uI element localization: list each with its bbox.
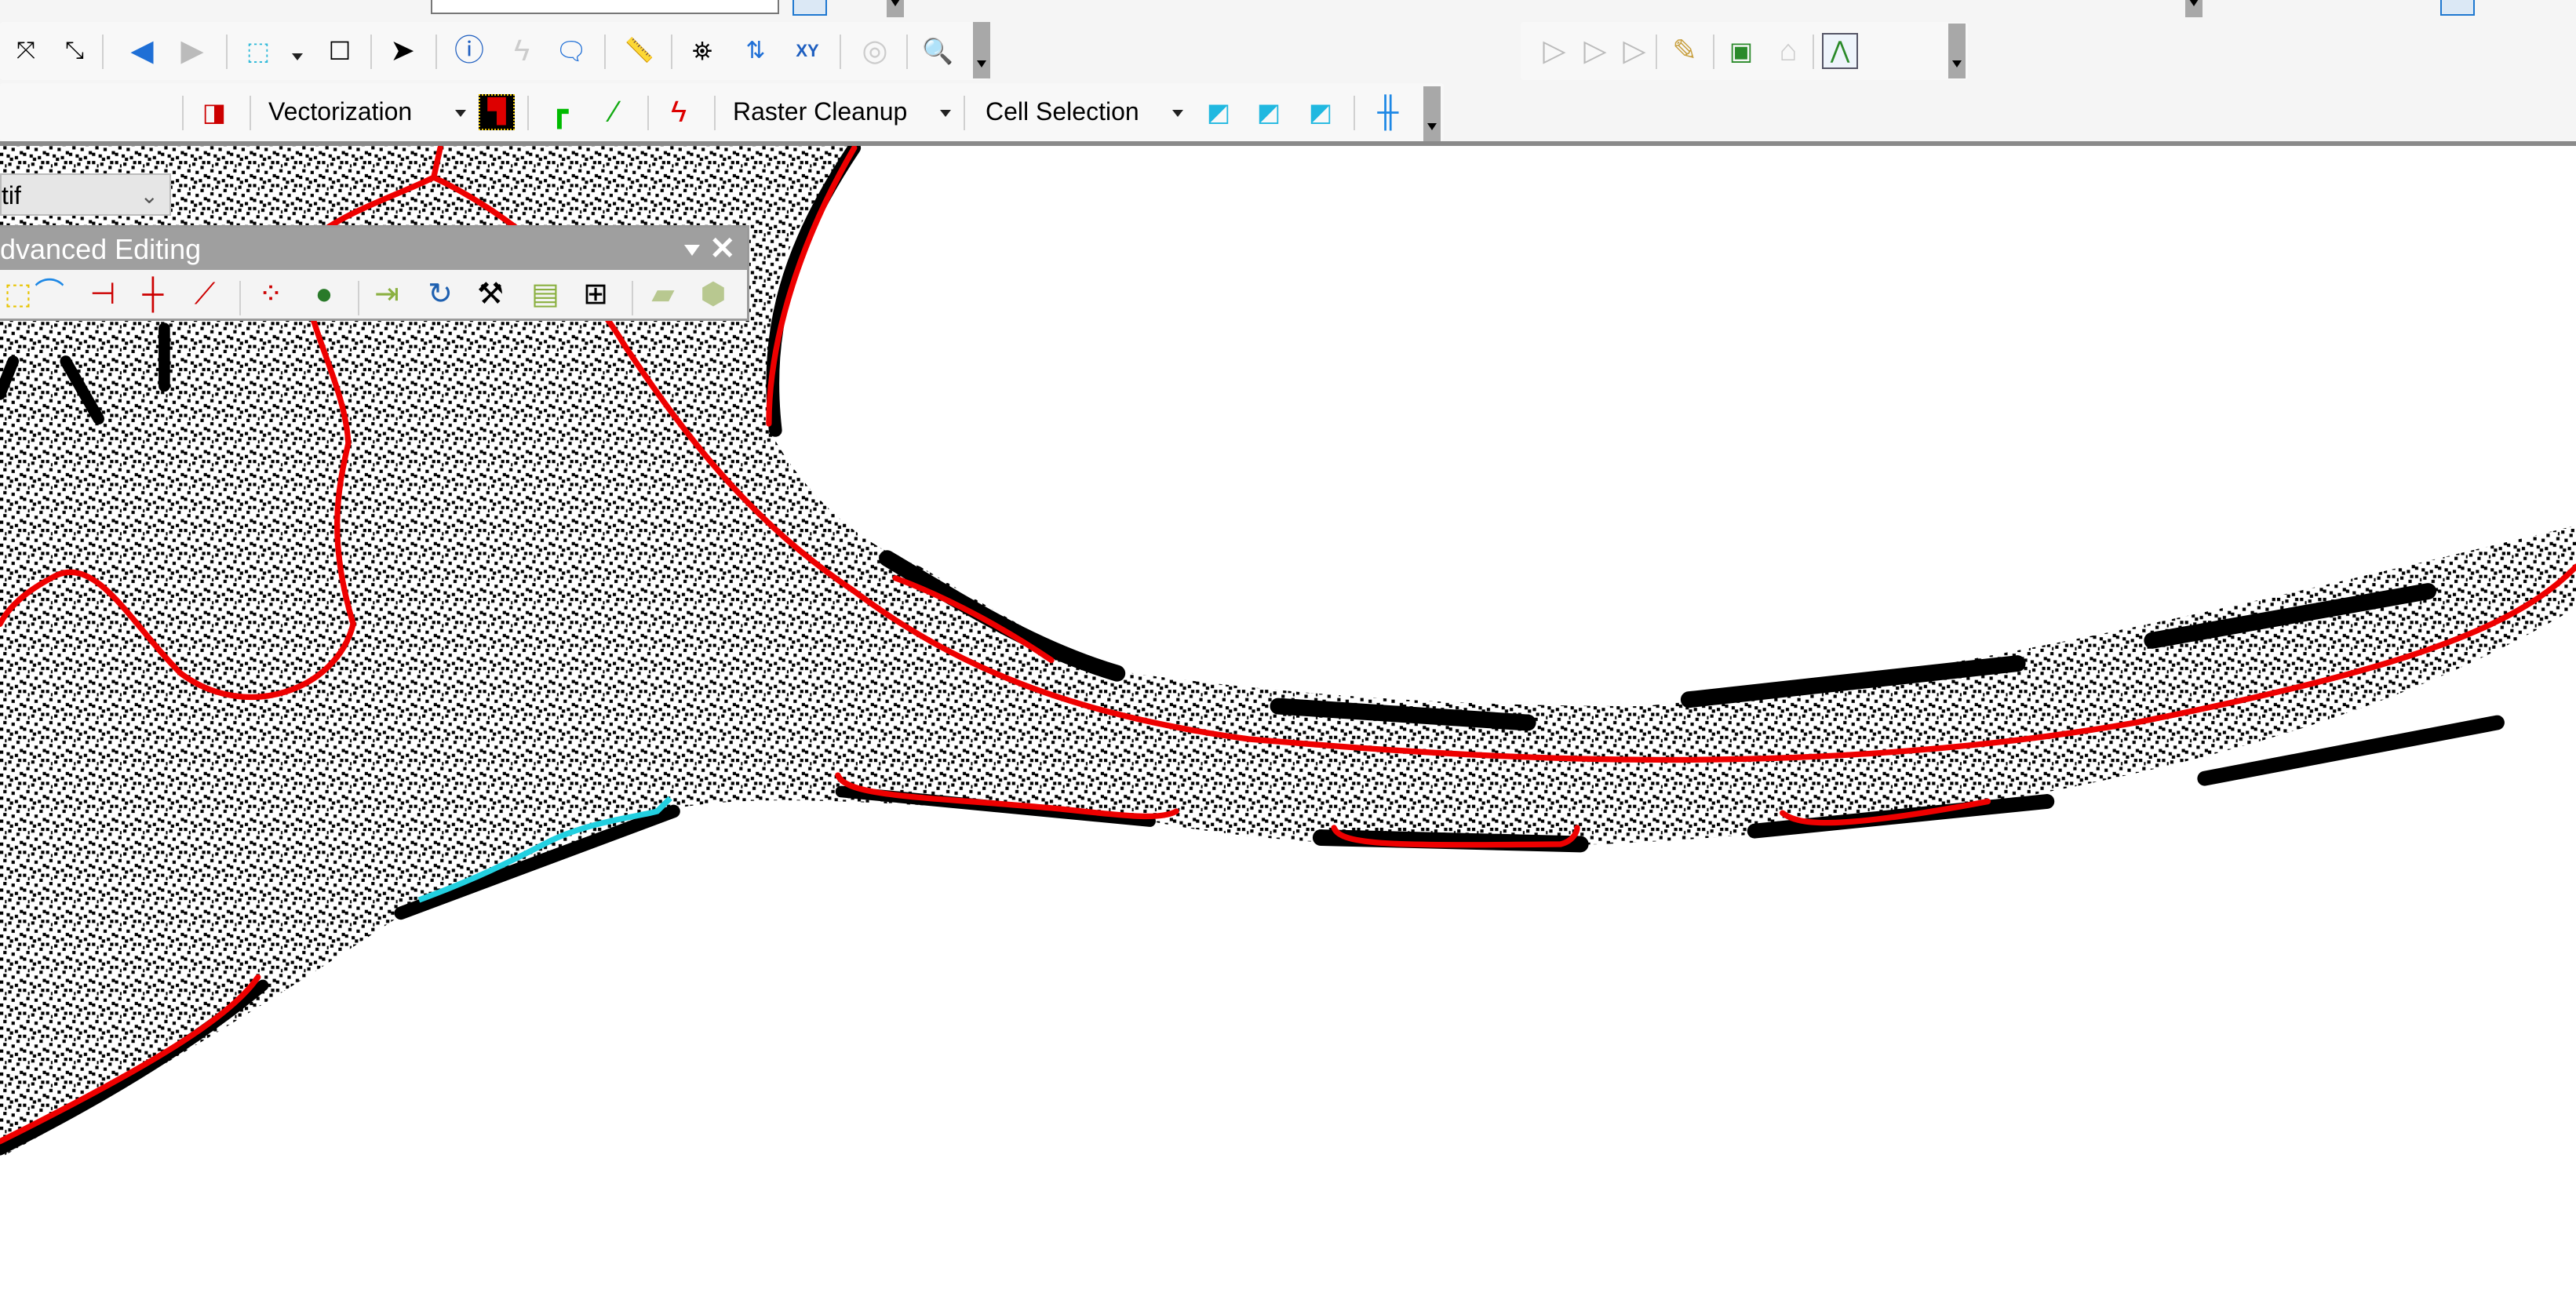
html-popup-icon[interactable]: 🗨	[553, 33, 589, 69]
triangle-down-icon[interactable]	[684, 245, 700, 256]
align-to-shape-icon[interactable]: ⇥	[369, 276, 405, 312]
toolbar-grip[interactable]	[973, 22, 990, 78]
find-binoculars-icon[interactable]: ⛯	[684, 33, 720, 69]
tools-toolbar: ⤧ ⤡ ◀ ▶ ⬚ ☐ ➤ ⓘ ϟ 🗨 📏 ⛯ ⇅ XY ◎ 🔍	[0, 22, 990, 80]
editing-toolbar: ▷ ▷ ▷ ✎ ▣ ⌂ ⋀	[1521, 22, 1968, 80]
toolbar-icon[interactable]	[792, 0, 827, 16]
toolbar-icon[interactable]	[2440, 0, 2475, 16]
close-icon[interactable]: ✕	[709, 231, 736, 267]
chevron-down-icon: ⌄	[140, 184, 158, 208]
vectorization-menu[interactable]: Vectorization	[268, 97, 412, 126]
raster-line-width-icon[interactable]: ╫	[1370, 94, 1406, 130]
raster-layer-combo[interactable]: tif ⌄	[0, 173, 171, 216]
find-route-icon[interactable]: ⇅	[738, 33, 774, 69]
toolbar-grip[interactable]	[1423, 86, 1441, 141]
delete-vertex-icon[interactable]: ▷	[1616, 33, 1652, 69]
construct-geodetic-icon[interactable]: ●	[306, 276, 342, 312]
cell-selection-dropdown-arrow[interactable]	[1172, 110, 1183, 117]
map-canvas[interactable]	[0, 0, 2576, 1304]
advanced-editing-title: dvanced Editing	[0, 233, 202, 265]
select-dropdown-arrow[interactable]	[292, 53, 303, 60]
cell-selection-menu[interactable]: Cell Selection	[986, 97, 1139, 126]
sketch-pencil-icon[interactable]: ✎	[1667, 33, 1703, 69]
explode-multipart-icon[interactable]: ⁘	[253, 276, 289, 312]
raster-cleanup-start-icon[interactable]: ϟ	[661, 94, 697, 130]
select-features-icon[interactable]: ⬚	[240, 33, 276, 69]
topology-edit-icon[interactable]: ▣	[1723, 33, 1759, 69]
scale-input[interactable]	[431, 0, 779, 14]
generalize-polygons-icon[interactable]: ▰	[645, 276, 681, 312]
generalize-icon[interactable]: ⊞	[578, 276, 614, 312]
select-elements-icon[interactable]: ➤	[384, 33, 421, 69]
vectorization-trace-icon[interactable]: ▜	[479, 94, 515, 130]
toolbar-grip[interactable]	[2185, 0, 2203, 17]
trim-icon[interactable]: ┼	[135, 276, 171, 312]
edit-vertices-icon[interactable]: ▷	[1536, 33, 1572, 69]
fillet-icon[interactable]: ⌒	[31, 276, 67, 312]
raster-layer-value: tif	[2, 181, 21, 209]
time-slider-icon[interactable]: ◎	[857, 33, 893, 69]
identify-icon[interactable]: ⓘ	[451, 33, 487, 69]
advanced-editing-title-bar[interactable]: dvanced Editing ✕	[0, 228, 747, 270]
magnifier-window-icon[interactable]: 🔍	[920, 33, 956, 69]
go-to-xy-icon[interactable]: XY	[789, 33, 825, 69]
fixed-zoom-in-icon[interactable]: ⤧	[8, 33, 44, 69]
vectorization-trace-between-icon[interactable]: ┏	[541, 94, 578, 130]
line-intersection-icon[interactable]: ⟋	[187, 276, 223, 312]
construct-polygons-icon[interactable]: ⚒	[472, 276, 508, 312]
split-polygons-icon[interactable]: ▤	[527, 276, 563, 312]
toolbar-grip[interactable]	[887, 0, 904, 17]
reshape-icon[interactable]: ⌂	[1770, 33, 1806, 69]
clear-selection-icon[interactable]: ☐	[322, 33, 358, 69]
raster-cleanup-dropdown-arrow[interactable]	[940, 110, 951, 117]
back-extent-icon[interactable]: ◀	[124, 33, 160, 69]
raster-snapping-options-icon[interactable]: ◨	[196, 94, 232, 130]
raster-cleanup-menu[interactable]: Raster Cleanup	[733, 97, 907, 126]
arcscan-toolbar: tif ⌄ ◨ Vectorization ▜ ┏ ⁄ ϟ Raster Clea…	[0, 83, 1444, 216]
advanced-editing-toolbar[interactable]: dvanced Editing ✕ ⬚ ⌒ ⊣ ┼ ⟋ ⁘ ● ⇥ ↻ ⚒ ▤ …	[0, 225, 749, 321]
extend-icon[interactable]: ⊣	[85, 276, 121, 312]
measure-icon[interactable]: 📏	[621, 33, 658, 69]
toolbar-row-1	[0, 0, 2576, 20]
hyperlink-icon[interactable]: ϟ	[504, 33, 540, 69]
add-vertex-icon[interactable]: ▷	[1577, 33, 1613, 69]
fixed-zoom-out-icon[interactable]: ⤡	[56, 33, 93, 69]
toolbar-bottom-border	[0, 141, 2576, 146]
sketch-properties-icon[interactable]: ⋀	[1822, 33, 1858, 69]
smooth-icon[interactable]: ⬢	[695, 276, 731, 312]
erase-selected-cells-icon[interactable]: ◩	[1251, 94, 1287, 130]
fill-selected-cells-icon[interactable]: ◩	[1303, 94, 1339, 130]
select-connected-cells-icon[interactable]: ◩	[1201, 94, 1237, 130]
toolbar-grip[interactable]	[1948, 24, 1966, 78]
shape-recognition-icon[interactable]: ⁄	[596, 94, 632, 130]
forward-extent-icon[interactable]: ▶	[174, 33, 210, 69]
replace-geometry-icon[interactable]: ↻	[422, 276, 458, 312]
vectorization-dropdown-arrow[interactable]	[455, 110, 466, 117]
